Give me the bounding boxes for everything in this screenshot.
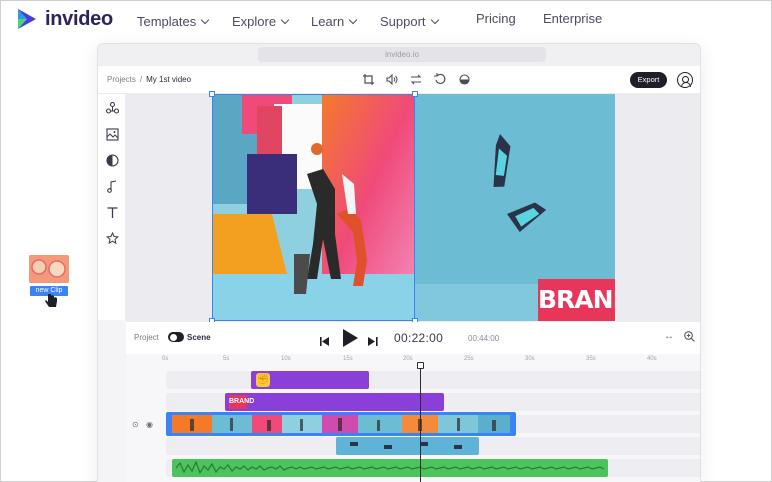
breadcrumb-current[interactable]: My 1st video bbox=[146, 75, 191, 84]
eye-icon[interactable]: ◉ bbox=[146, 420, 153, 429]
zoom-in-icon[interactable] bbox=[684, 331, 695, 345]
track-sticker[interactable] bbox=[166, 371, 700, 389]
sticker-clip[interactable]: ✊ bbox=[251, 371, 369, 389]
editor-toolbar: Projects / My 1st video Export bbox=[98, 66, 700, 94]
brand-name: invideo bbox=[45, 7, 113, 30]
nav-learn-label: Learn bbox=[311, 14, 345, 29]
ruler-tick-label: 0s bbox=[162, 356, 169, 362]
resize-handle[interactable] bbox=[412, 91, 418, 97]
breadcrumb-projects[interactable]: Projects bbox=[107, 75, 136, 84]
current-time: 00:22:00 bbox=[394, 331, 444, 345]
text-clip[interactable]: BRAND bbox=[225, 393, 444, 411]
site-header: invideo Templates Explore Learn Support … bbox=[1, 1, 772, 41]
ruler-tick-label: 35s bbox=[586, 356, 596, 362]
ruler-tick-label: 30s bbox=[525, 356, 535, 362]
chevron-down-icon bbox=[280, 15, 290, 25]
hand-sticker-icon: ✊ bbox=[256, 373, 270, 387]
ruler-tick-label: 25s bbox=[464, 356, 474, 362]
volume-icon[interactable] bbox=[386, 73, 398, 85]
scene-sneakers-image[interactable]: BRAND bbox=[415, 94, 615, 321]
chevron-down-icon bbox=[430, 15, 439, 25]
ruler-tick-label: 40s bbox=[647, 356, 657, 362]
star-effects-icon[interactable] bbox=[105, 231, 119, 246]
nav-explore[interactable]: Explore bbox=[232, 14, 290, 29]
invideo-logo[interactable]: invideo bbox=[15, 7, 113, 31]
nav-enterprise[interactable]: Enterprise bbox=[543, 11, 602, 26]
skip-back-icon[interactable] bbox=[320, 333, 330, 351]
brand-thumbnail: BRAND bbox=[229, 395, 254, 409]
nav-templates-label: Templates bbox=[137, 14, 197, 29]
export-button[interactable]: Export bbox=[630, 72, 667, 88]
breadcrumb: Projects / My 1st video bbox=[107, 75, 191, 84]
video-canvas[interactable]: BRAND bbox=[126, 91, 700, 324]
selection-box[interactable] bbox=[209, 91, 418, 324]
swap-icon[interactable] bbox=[410, 73, 422, 85]
timeline[interactable]: 0s 5s 10s 15s 20s 25s 30s 35s 40s ✊ BRAN… bbox=[126, 354, 700, 482]
nav-support-label: Support bbox=[380, 14, 426, 29]
rotate-icon[interactable] bbox=[434, 73, 446, 85]
nav-templates[interactable]: Templates bbox=[137, 14, 210, 29]
scene-mode-label: Scene bbox=[187, 333, 211, 342]
user-avatar-icon[interactable] bbox=[677, 72, 693, 88]
ruler-tick-label: 5s bbox=[223, 356, 230, 362]
nav-explore-label: Explore bbox=[232, 14, 277, 29]
logo-icon bbox=[15, 7, 39, 31]
nav-support[interactable]: Support bbox=[380, 14, 439, 29]
playback-controls: Project Scene 00:22:00 00:44:00 ↔ bbox=[126, 322, 700, 354]
total-time: 00:44:00 bbox=[468, 334, 500, 343]
fit-width-icon[interactable]: ↔ bbox=[664, 331, 674, 345]
ruler-tick-label: 20s bbox=[403, 356, 413, 362]
url-field[interactable]: invideo.io bbox=[258, 47, 546, 62]
main-video-clip[interactable] bbox=[166, 412, 516, 436]
play-icon[interactable] bbox=[342, 329, 358, 352]
brand-text-overlay[interactable]: BRAND bbox=[538, 279, 615, 321]
toolbar-icons bbox=[362, 73, 470, 85]
text-icon[interactable] bbox=[105, 206, 119, 220]
ruler-tick-label: 10s bbox=[281, 356, 291, 362]
crop-icon[interactable] bbox=[362, 73, 374, 85]
lock-icon[interactable]: ⊙ bbox=[132, 420, 139, 429]
hand-cursor-icon bbox=[45, 293, 57, 312]
zoom-controls: ↔ bbox=[664, 331, 695, 345]
chevron-down-icon bbox=[349, 15, 358, 25]
editor-sidebar bbox=[98, 94, 126, 320]
opacity-icon[interactable] bbox=[458, 73, 470, 85]
project-scene-toggle[interactable] bbox=[168, 332, 184, 342]
ruler-tick-label: 15s bbox=[343, 356, 353, 362]
nav-learn[interactable]: Learn bbox=[311, 14, 358, 29]
resize-handle[interactable] bbox=[209, 91, 215, 97]
nav-pricing-label: Pricing bbox=[476, 11, 516, 26]
overlay-video-clip[interactable] bbox=[336, 437, 479, 455]
media-icon[interactable] bbox=[105, 128, 119, 142]
playhead-handle[interactable] bbox=[417, 362, 424, 369]
elements-icon[interactable] bbox=[105, 101, 119, 116]
playhead[interactable] bbox=[420, 364, 422, 482]
skip-forward-icon[interactable] bbox=[368, 333, 378, 351]
chevron-down-icon bbox=[201, 15, 210, 25]
audio-clip[interactable] bbox=[172, 459, 608, 477]
editor-window: invideo.io Projects / My 1st video Export bbox=[97, 43, 701, 482]
music-icon[interactable] bbox=[105, 180, 119, 194]
nav-enterprise-label: Enterprise bbox=[543, 11, 603, 26]
nav-pricing[interactable]: Pricing bbox=[476, 11, 516, 26]
sticker-icon[interactable] bbox=[105, 154, 119, 168]
browser-bar: invideo.io bbox=[98, 44, 700, 66]
breadcrumb-separator: / bbox=[139, 75, 143, 84]
dragged-clip-thumbnail[interactable] bbox=[29, 255, 69, 283]
project-mode-label: Project bbox=[134, 333, 159, 342]
